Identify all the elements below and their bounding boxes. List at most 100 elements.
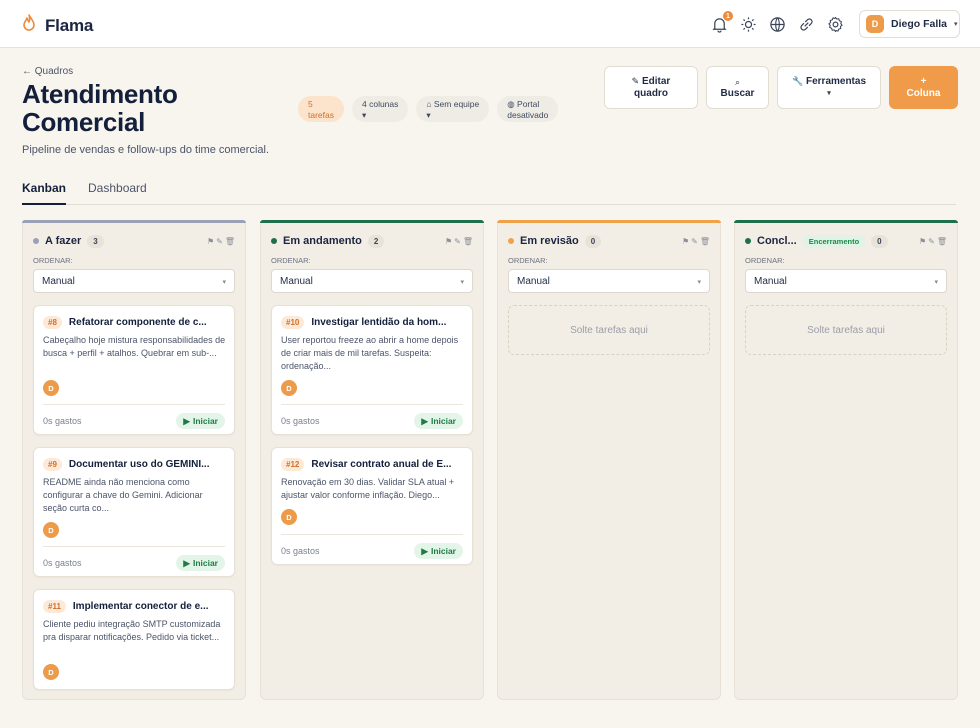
sort-select[interactable]: Manual ▾ bbox=[508, 269, 710, 293]
board-description: Pipeline de vendas e follow-ups do time … bbox=[22, 144, 270, 156]
column-name: A fazer bbox=[45, 235, 82, 247]
flag-icon[interactable]: ⚑ bbox=[919, 237, 926, 246]
column-color-bar bbox=[22, 220, 246, 223]
start-timer-button[interactable]: ▶ Iniciar bbox=[414, 543, 463, 559]
task-description: Cabeçalho hoje mistura responsabilidades… bbox=[43, 335, 226, 358]
columns-chip[interactable]: 4 colunas ▾ bbox=[352, 96, 409, 122]
play-icon: ▶ bbox=[183, 415, 190, 426]
edit-board-button[interactable]: ✎ Editar quadro bbox=[604, 66, 698, 109]
kanban-column: Em andamento 2 ⚑ ✎ 🗑 ORDENAR: Manual ▾ #10 I… bbox=[260, 220, 484, 700]
column-dot bbox=[33, 238, 39, 244]
brand[interactable]: Flama bbox=[22, 14, 93, 37]
start-timer-button[interactable]: ▶ Iniciar bbox=[176, 413, 225, 429]
sort-select[interactable]: Manual ▾ bbox=[33, 269, 235, 293]
play-icon: ▶ bbox=[421, 545, 428, 556]
team-chip[interactable]: ⌂ Sem equipe ▾ bbox=[416, 96, 490, 122]
task-description: Renovação em 30 dias. Validar SLA atual … bbox=[281, 477, 455, 500]
assignee-avatar[interactable]: D bbox=[281, 380, 297, 396]
sort-select[interactable]: Manual ▾ bbox=[745, 269, 947, 293]
edit-icon[interactable]: ✎ bbox=[928, 237, 935, 246]
flag-icon[interactable]: ⚑ bbox=[445, 237, 452, 246]
assignee-avatar[interactable]: D bbox=[43, 380, 59, 396]
search-button[interactable]: ⌕ Buscar bbox=[706, 66, 769, 109]
time-spent: 0s gastos bbox=[281, 546, 320, 556]
bell-icon[interactable]: 1 bbox=[710, 11, 733, 35]
task-count-chip: 5 tarefas bbox=[298, 96, 344, 122]
sort-label: ORDENAR: bbox=[508, 256, 548, 265]
user-name: Diego Falla bbox=[891, 18, 948, 30]
trash-icon[interactable]: 🗑 bbox=[700, 237, 710, 246]
task-id: #10 bbox=[281, 316, 305, 329]
edit-icon[interactable]: ✎ bbox=[454, 237, 461, 246]
task-card[interactable]: #10 Investigar lentidão da hom... User re… bbox=[271, 305, 473, 435]
trash-icon[interactable]: 🗑 bbox=[225, 237, 235, 246]
kanban-column: Concl... Encerramento 0 ⚑ ✎ 🗑 ORDENAR: Man… bbox=[734, 220, 958, 700]
task-card[interactable]: #12 Revisar contrato anual de E... Renova… bbox=[271, 447, 473, 565]
user-menu[interactable]: D Diego Falla ▾ bbox=[859, 10, 960, 38]
column-name: Concl... bbox=[757, 235, 797, 247]
pencil-icon: ✎ bbox=[631, 76, 640, 86]
column-color-bar bbox=[734, 220, 958, 223]
task-card[interactable]: #8 Refatorar componente de c... Cabeçalho… bbox=[33, 305, 235, 435]
sort-label: ORDENAR: bbox=[33, 256, 73, 265]
avatar: D bbox=[866, 15, 884, 33]
column-dot bbox=[508, 238, 514, 244]
task-id: #9 bbox=[43, 458, 62, 471]
column-color-bar bbox=[497, 220, 721, 223]
sort-select[interactable]: Manual ▾ bbox=[271, 269, 473, 293]
task-card[interactable]: #11 Implementar conector de e... Cliente … bbox=[33, 589, 235, 690]
closing-column-badge: Encerramento bbox=[802, 234, 866, 248]
task-card[interactable]: #9 Documentar uso do GEMINI... README ain… bbox=[33, 447, 235, 577]
tab-kanban[interactable]: Kanban bbox=[22, 181, 67, 205]
view-tabs: Kanban Dashboard bbox=[22, 181, 956, 205]
column-color-bar bbox=[260, 220, 484, 223]
search-icon: ⌕ bbox=[734, 76, 741, 87]
column-name: Em andamento bbox=[283, 235, 362, 247]
assignee-avatar[interactable]: D bbox=[43, 664, 59, 680]
chevron-down-icon: ▾ bbox=[934, 279, 938, 286]
edit-icon[interactable]: ✎ bbox=[216, 237, 223, 246]
start-timer-button[interactable]: ▶ Iniciar bbox=[414, 413, 463, 429]
flag-icon[interactable]: ⚑ bbox=[207, 237, 214, 246]
gear-icon[interactable] bbox=[826, 13, 845, 35]
globe-icon[interactable] bbox=[768, 13, 787, 35]
trash-icon[interactable]: 🗑 bbox=[463, 237, 473, 246]
task-id: #8 bbox=[43, 316, 62, 329]
kanban-column: A fazer 3 ⚑ ✎ 🗑 ORDENAR: Manual ▾ #8 Refator… bbox=[22, 220, 246, 700]
assignee-avatar[interactable]: D bbox=[281, 509, 297, 525]
play-icon: ▶ bbox=[421, 415, 428, 426]
sort-label: ORDENAR: bbox=[745, 256, 785, 265]
drop-zone[interactable]: Solte tarefas aqui bbox=[508, 305, 710, 355]
kanban-column: Em revisão 0 ⚑ ✎ 🗑 ORDENAR: Manual ▾ Solte … bbox=[497, 220, 721, 700]
chevron-down-icon: ▾ bbox=[827, 90, 831, 97]
chevron-down-icon: ▾ bbox=[222, 279, 226, 286]
start-timer-button[interactable]: ▶ Iniciar bbox=[176, 555, 225, 571]
column-dot bbox=[271, 238, 277, 244]
portal-status-chip[interactable]: ◍ Portal desativado bbox=[497, 96, 559, 122]
link-icon[interactable] bbox=[797, 13, 816, 35]
column-name: Em revisão bbox=[520, 235, 579, 247]
flag-icon[interactable]: ⚑ bbox=[682, 237, 689, 246]
wrench-icon: 🔧 bbox=[791, 76, 804, 86]
add-column-button[interactable]: + Coluna bbox=[889, 66, 958, 109]
tab-dashboard[interactable]: Dashboard bbox=[88, 181, 147, 203]
chevron-down-icon: ▾ bbox=[460, 279, 464, 286]
task-title: Refatorar componente de c... bbox=[68, 317, 207, 328]
back-to-boards-link[interactable]: ← Quadros bbox=[22, 66, 73, 77]
drop-zone[interactable]: Solte tarefas aqui bbox=[745, 305, 947, 355]
task-id: #12 bbox=[281, 458, 305, 471]
edit-icon[interactable]: ✎ bbox=[691, 237, 698, 246]
sun-icon[interactable] bbox=[739, 13, 758, 35]
trash-icon[interactable]: 🗑 bbox=[937, 237, 947, 246]
time-spent: 0s gastos bbox=[43, 558, 82, 568]
column-count-badge: 0 bbox=[584, 234, 602, 248]
task-id: #11 bbox=[43, 600, 66, 613]
top-bar: Flama 1 D Diego Falla ▾ bbox=[0, 0, 980, 48]
assignee-avatar[interactable]: D bbox=[43, 522, 59, 538]
tools-button[interactable]: 🔧 Ferramentas ▾ bbox=[777, 66, 881, 109]
column-count-badge: 0 bbox=[871, 234, 888, 248]
plus-icon: + bbox=[920, 75, 927, 87]
time-spent: 0s gastos bbox=[43, 416, 82, 426]
column-count-badge: 2 bbox=[367, 234, 385, 248]
task-description: User reportou freeze ao abrir a home dep… bbox=[281, 335, 459, 371]
